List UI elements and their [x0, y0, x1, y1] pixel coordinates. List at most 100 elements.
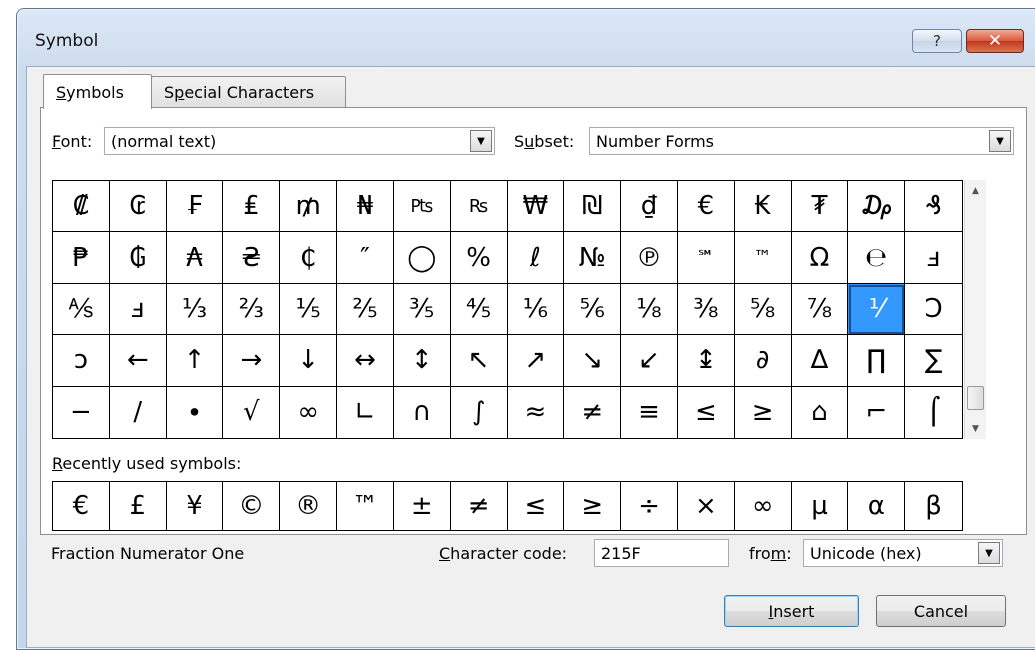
symbol-cell[interactable]: ₡ [53, 181, 110, 233]
symbol-cell[interactable]: € [677, 181, 735, 233]
scroll-up-icon[interactable]: ▲ [965, 180, 986, 201]
symbol-cell[interactable]: ₳ [166, 232, 224, 284]
symbol-cell[interactable]: ₧ [393, 181, 451, 233]
symbol-cell[interactable]: Ↄ [905, 284, 962, 336]
recent-symbol-cell[interactable]: ≠ [451, 482, 508, 530]
symbol-cell[interactable]: ₮ [791, 181, 849, 233]
recent-symbol-cell[interactable]: ™ [337, 482, 394, 530]
symbol-cell[interactable]: ∏ [848, 335, 906, 387]
from-dropdown[interactable]: Unicode (hex) ▼ [803, 539, 1003, 567]
symbol-cell[interactable]: ₩ [507, 181, 565, 233]
symbol-cell[interactable]: ₰ [905, 181, 962, 233]
character-code-input[interactable]: 215F [594, 539, 729, 567]
symbol-cell[interactable]: − [53, 386, 110, 438]
scroll-down-icon[interactable]: ▼ [965, 418, 986, 439]
symbol-cell[interactable]: ⅛ [621, 283, 678, 336]
symbol-cell[interactable]: √ [223, 386, 281, 438]
symbol-cell[interactable]: ₪ [564, 181, 622, 233]
recent-symbol-cell[interactable]: € [53, 482, 110, 530]
recent-symbol-cell[interactable]: ÷ [621, 482, 678, 530]
symbol-cell[interactable]: ⅚ [564, 283, 622, 336]
symbol-cell[interactable]: ⅔ [223, 283, 281, 336]
symbol-cell[interactable]: ₤ [223, 181, 281, 233]
cancel-button[interactable]: Cancel [876, 595, 1006, 627]
symbol-cell[interactable]: ₯ [848, 181, 906, 233]
symbol-cell[interactable]: ∟ [337, 386, 394, 438]
recent-symbol-cell[interactable]: £ [110, 482, 167, 530]
symbol-cell[interactable]: ⅓ [166, 283, 224, 336]
symbol-cell[interactable]: ⅕ [280, 283, 338, 336]
recent-symbol-cell[interactable]: µ [792, 482, 849, 530]
symbol-cell[interactable]: ₦ [337, 181, 394, 233]
symbol-cell[interactable]: ∆ [791, 335, 849, 387]
symbol-cell[interactable]: ⌐ [848, 386, 906, 438]
symbol-cell[interactable]: ≥ [735, 386, 792, 438]
recent-symbol-cell[interactable]: ¥ [167, 482, 224, 530]
symbol-cell[interactable]: ₱ [53, 232, 110, 284]
symbol-cell[interactable]: ℗ [621, 232, 678, 284]
symbol-cell[interactable]: ∫ [451, 386, 508, 438]
recent-symbol-cell[interactable]: ± [394, 482, 451, 530]
insert-button[interactable]: Insert [724, 595, 859, 627]
symbol-cell[interactable]: ↗ [507, 335, 565, 387]
symbol-grid[interactable]: ₡ ₢ ₣ ₤ ₥ ₦ ₧ ₨ ₩ ₪ ₫ € ₭ ₮ ₯ ₰ ₱ ₲ ₳ ₴ ₵ ″ ◯% ℓ № ℗ ℠ ™ Ω ℮ ⅎ ⅍ ⅎ ⅓ ⅔ ⅕ ⅖ ⅗ ⅘… [52, 180, 963, 439]
symbol-cell[interactable]: ⅗ [393, 283, 451, 336]
symbol-cell[interactable]: ⌂ [792, 386, 849, 438]
symbol-cell[interactable]: ≠ [564, 386, 622, 438]
close-button[interactable]: ✕ [966, 29, 1024, 53]
symbol-cell[interactable]: ⅜ [677, 283, 735, 336]
symbol-cell[interactable]: ← [109, 335, 167, 387]
symbol-grid-scrollbar[interactable]: ▲ ▼ [964, 180, 986, 439]
symbol-cell[interactable]: Ω [791, 232, 849, 284]
symbol-cell[interactable]: ⅝ [734, 283, 792, 336]
symbol-cell[interactable]: ⅟ [848, 283, 906, 336]
symbol-cell[interactable]: ∂ [734, 335, 792, 387]
symbol-cell[interactable]: ∞ [280, 386, 338, 438]
symbol-cell[interactable]: ℓ [507, 232, 565, 284]
symbol-cell[interactable]: ⅎ [905, 232, 962, 284]
tab-symbols[interactable]: Symbols [43, 74, 152, 109]
font-dropdown[interactable]: (normal text) ▼ [104, 127, 495, 155]
symbol-cell[interactable]: ◯ [393, 232, 451, 284]
symbol-cell[interactable]: ≈ [508, 386, 565, 438]
recent-symbol-cell[interactable]: β [905, 482, 962, 530]
symbol-cell[interactable]: ″ [337, 232, 394, 284]
symbol-cell[interactable]: ₴ [223, 232, 281, 284]
recent-symbol-cell[interactable]: α [848, 482, 906, 530]
symbol-cell[interactable]: ∕ [110, 386, 167, 438]
recent-symbols[interactable]: € £ ¥ © ® ™ ± ≠ ≤ ≥ ÷ × ∞ µ α β [52, 481, 963, 531]
recent-symbol-cell[interactable]: © [223, 482, 281, 530]
symbol-cell[interactable]: ₵ [280, 232, 338, 284]
symbol-cell[interactable]: ⌠ [905, 387, 962, 438]
symbol-cell[interactable]: ⅘ [450, 283, 508, 336]
symbol-cell[interactable]: ↖ [450, 335, 508, 387]
symbol-cell[interactable]: ₣ [166, 181, 224, 233]
scroll-thumb[interactable] [967, 386, 984, 410]
symbol-cell[interactable]: ↄ [53, 335, 110, 387]
tab-special-characters[interactable]: Sp ecial Characters [151, 76, 346, 108]
symbol-cell[interactable]: ℠ [677, 232, 735, 284]
symbol-cell[interactable]: ™ [734, 232, 792, 284]
symbol-cell[interactable]: ≤ [678, 386, 735, 438]
symbol-cell[interactable]: № [564, 232, 622, 284]
recent-symbol-cell[interactable]: ∞ [735, 482, 792, 530]
symbol-cell[interactable]: ↑ [166, 335, 224, 387]
symbol-cell[interactable]: → [223, 335, 281, 387]
symbol-cell[interactable]: ₭ [734, 181, 792, 233]
symbol-cell[interactable]: ⅞ [791, 283, 849, 336]
font-dropdown-arrow-icon[interactable]: ▼ [470, 130, 492, 152]
symbol-cell[interactable]: ₲ [109, 232, 167, 284]
help-button[interactable]: ? [912, 29, 962, 53]
symbol-cell[interactable]: ≡ [621, 386, 678, 438]
symbol-cell[interactable]: ↕ [393, 335, 451, 387]
symbol-cell[interactable]: ₥ [280, 181, 338, 233]
symbol-cell[interactable]: ₢ [109, 181, 167, 233]
recent-symbol-cell[interactable]: × [678, 482, 735, 530]
symbol-cell[interactable]: ℮ [848, 232, 906, 284]
symbol-cell[interactable]: ↙ [621, 335, 678, 387]
recent-symbol-cell[interactable]: ≤ [508, 482, 565, 530]
symbol-cell[interactable]: ₨ [450, 181, 508, 233]
symbol-cell[interactable]: ↓ [280, 335, 338, 387]
symbol-cell[interactable]: ∙ [167, 386, 224, 438]
symbol-cell[interactable]: ↘ [564, 335, 622, 387]
